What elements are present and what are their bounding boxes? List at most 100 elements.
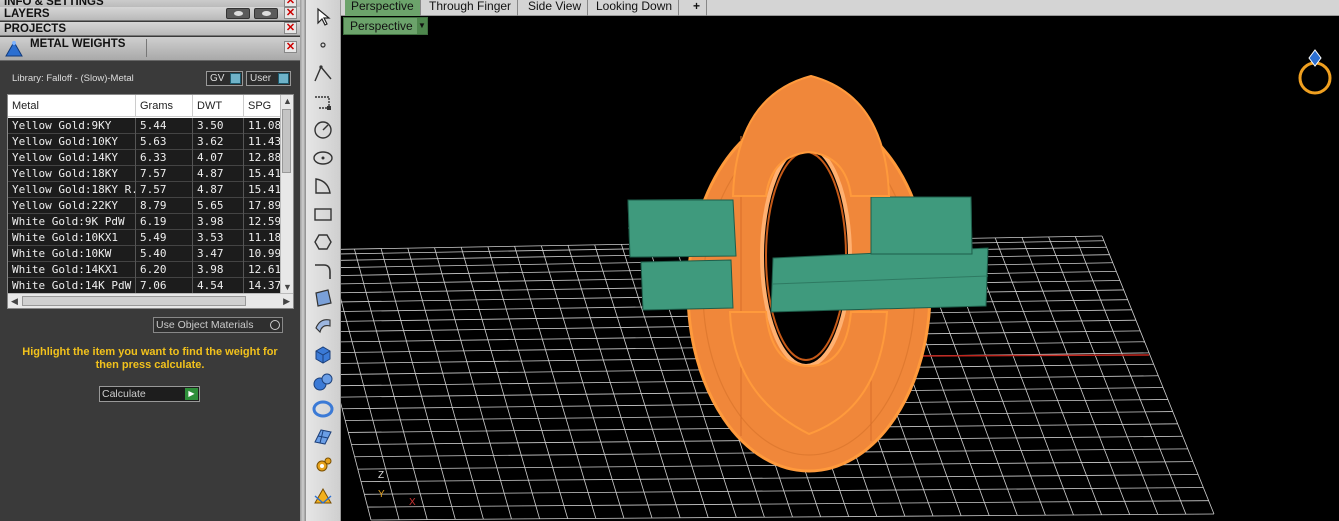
grams-cell: 8.79 — [136, 198, 193, 214]
grams-cell: 5.49 — [136, 230, 193, 246]
grid-line — [364, 487, 1204, 495]
grid-line — [354, 248, 428, 520]
mesh-icon[interactable] — [312, 426, 334, 448]
scroll-down-icon[interactable]: ▼ — [283, 282, 292, 292]
table-row[interactable]: Yellow Gold:18KY 7.57 4.87 15.41 — [8, 166, 288, 182]
polyline-icon[interactable] — [312, 63, 334, 85]
scroll-up-icon[interactable]: ▲ — [283, 96, 292, 106]
dwt-cell: 3.47 — [193, 246, 244, 262]
table-row[interactable]: White Gold:14K PdW 7.06 4.54 14.37 — [8, 278, 288, 294]
box-solid-icon[interactable] — [312, 343, 334, 365]
use-object-materials-option[interactable]: Use Object Materials — [153, 317, 283, 333]
tab-perspective[interactable]: Perspective — [345, 0, 421, 16]
viewport-mode-dropdown[interactable]: Perspective ▼ — [343, 17, 428, 35]
metal-cell: White Gold:10KW — [8, 246, 136, 262]
column-header-metal[interactable]: Metal — [8, 95, 136, 117]
close-icon[interactable]: ✕ — [284, 7, 297, 19]
library-label: Library: Falloff - (Slow)-Metal — [12, 73, 134, 84]
table-row[interactable]: White Gold:9K PdW 6.19 3.98 12.59 — [8, 214, 288, 230]
sweep-icon[interactable] — [312, 314, 334, 336]
panel-title: METAL WEIGHTS — [30, 38, 126, 50]
ring-rail-icon[interactable] — [312, 398, 334, 420]
plus-icon[interactable]: + — [687, 0, 708, 16]
panel-header-layers[interactable]: LAYERS ✕ — [0, 7, 300, 21]
table-row[interactable]: Yellow Gold:9KY 5.44 3.50 11.08 — [8, 118, 288, 134]
dwt-cell: 3.53 — [193, 230, 244, 246]
tab-through-finger[interactable]: Through Finger — [423, 0, 519, 16]
table-row[interactable]: Yellow Gold:22KY 8.79 5.65 17.89 — [8, 198, 288, 214]
view-tabs: Perspective Through Finger Side View Loo… — [341, 0, 1339, 16]
metal-table: Metal Grams DWT SPG Yellow Gold:9KY 5.44 3… — [7, 94, 294, 309]
close-icon[interactable]: ✕ — [284, 41, 297, 53]
grid-line — [370, 513, 1215, 521]
table-row[interactable]: White Gold:14KX1 6.20 3.98 12.61 — [8, 262, 288, 278]
column-header-dwt[interactable]: DWT — [193, 95, 244, 117]
table-row[interactable]: Yellow Gold:10KY 5.63 3.62 11.43 — [8, 134, 288, 150]
circle-icon[interactable] — [312, 119, 334, 141]
curve-points-icon[interactable] — [312, 91, 334, 113]
close-icon[interactable]: ✕ — [284, 0, 297, 7]
visibility-icon[interactable] — [226, 8, 250, 19]
metal-cell: Yellow Gold:9KY — [8, 118, 136, 134]
grams-cell: 7.06 — [136, 278, 193, 294]
scroll-left-icon[interactable]: ◀ — [11, 296, 18, 307]
dwt-cell: 3.50 — [193, 118, 244, 134]
checkbox-icon — [230, 73, 241, 84]
column-header-grams[interactable]: Grams — [136, 95, 193, 117]
grams-cell: 6.33 — [136, 150, 193, 166]
metal-cell: White Gold:9K PdW — [8, 214, 136, 230]
grid-line — [514, 246, 597, 519]
rectangle-icon[interactable] — [312, 203, 334, 225]
instruction-text: Highlight the item you want to find the … — [22, 346, 278, 371]
vertical-scrollbar[interactable]: ▲ ▼ — [280, 95, 293, 293]
gear-icon[interactable] — [312, 454, 334, 476]
pointer-icon[interactable] — [312, 6, 334, 28]
tab-side-view[interactable]: Side View — [522, 0, 589, 16]
x-axis-line — [910, 354, 1150, 357]
scale-icon — [5, 40, 23, 57]
tab-looking-down[interactable]: Looking Down — [590, 0, 680, 16]
play-icon: ▶ — [185, 388, 198, 400]
user-toggle[interactable]: User — [246, 71, 291, 86]
calculate-button[interactable]: Calculate ▶ — [99, 386, 200, 402]
table-row[interactable]: White Gold:10KX1 5.49 3.53 11.18 — [8, 230, 288, 246]
dwt-cell: 4.87 — [193, 182, 244, 198]
metal-cell: Yellow Gold:18KY — [8, 166, 136, 182]
user-label: User — [250, 73, 272, 84]
plugins-icon[interactable] — [312, 484, 334, 506]
metal-cell: Yellow Gold:18KY R... — [8, 182, 136, 198]
grid-line — [1101, 235, 1215, 515]
grid-line — [567, 245, 653, 519]
table-row[interactable]: Yellow Gold:18KY R...7.574.8715.41 — [8, 182, 288, 198]
band-back-right — [870, 196, 973, 255]
fillet-icon[interactable] — [312, 260, 334, 282]
3d-viewport[interactable]: Z Y X — [341, 36, 1339, 521]
arc-icon[interactable] — [312, 175, 334, 197]
grams-cell: 6.20 — [136, 262, 193, 278]
surface-icon[interactable] — [312, 287, 334, 309]
chevron-down-icon: ▼ — [417, 18, 427, 34]
grid-line — [407, 248, 484, 520]
band-front-left-lower — [640, 259, 734, 311]
table-row[interactable]: White Gold:10KW 5.40 3.47 10.99 — [8, 246, 288, 262]
scroll-right-icon[interactable]: ▶ — [283, 296, 290, 307]
close-icon[interactable]: ✕ — [284, 22, 297, 34]
grams-cell: 5.40 — [136, 246, 193, 262]
gv-toggle[interactable]: GV — [206, 71, 243, 86]
eye-icon[interactable] — [254, 8, 278, 19]
panel-header-projects[interactable]: PROJECTS ✕ — [0, 22, 300, 36]
scroll-thumb[interactable] — [22, 296, 246, 306]
horizontal-scrollbar[interactable]: ◀ ▶ — [8, 293, 293, 308]
dwt-cell: 4.07 — [193, 150, 244, 166]
spheres-icon[interactable] — [312, 371, 334, 393]
point-icon[interactable] — [312, 34, 334, 56]
table-row[interactable]: Yellow Gold:14KY 6.33 4.07 12.88 — [8, 150, 288, 166]
ellipse-icon[interactable] — [312, 147, 334, 169]
calculate-label: Calculate — [102, 388, 146, 400]
grid-line — [341, 298, 400, 520]
polygon-icon[interactable] — [312, 231, 334, 253]
use-object-materials-label: Use Object Materials — [156, 319, 254, 331]
metal-cell: Yellow Gold:14KY — [8, 150, 136, 166]
grid-line — [540, 245, 625, 519]
scroll-thumb[interactable] — [282, 109, 291, 173]
